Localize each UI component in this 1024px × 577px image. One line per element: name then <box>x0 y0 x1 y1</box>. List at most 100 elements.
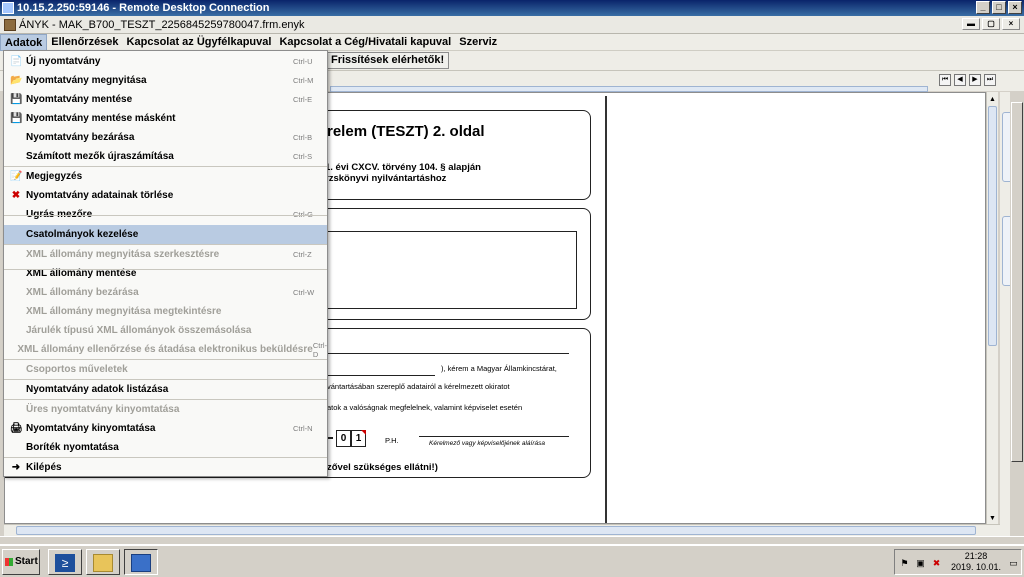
menu-item-6[interactable]: 📝 Megjegyzés <box>4 167 327 186</box>
menu-item-11[interactable]: XML állomány mentése <box>4 264 327 283</box>
app-title-bar: ÁNYK - MAK_B700_TESZT_2256845259780047.f… <box>0 16 1024 34</box>
menu-item-9[interactable]: Csatolmányok kezelése <box>4 225 327 244</box>
document-vertical-scrollbar[interactable]: ▲ ▼ <box>986 92 998 524</box>
new-form-icon: 📄 <box>10 55 23 67</box>
rdp-scroll-thumb[interactable] <box>1011 102 1023 462</box>
line-1 <box>305 353 569 354</box>
menu-bar: Adatok Ellenőrzések Kapcsolat az Ügyfélk… <box>0 33 1024 51</box>
menu-item-label: Üres nyomtatvány kinyomtatása <box>26 404 180 415</box>
rdp-title-bar: 10.15.2.250:59146 - Remote Desktop Conne… <box>0 0 1024 16</box>
system-tray: ⚑ ▣ ✖ 21:28 2019. 10.01. ▭ <box>894 549 1022 575</box>
flag-icon[interactable]: ⚑ <box>899 558 910 569</box>
right-blank-pane <box>609 93 985 523</box>
menu-item-19[interactable]: 🖨 Nyomtatvány kinyomtatása Ctrl-N <box>4 419 327 438</box>
taskbar-rdp-button[interactable] <box>124 549 158 575</box>
hscroll-thumb[interactable] <box>16 526 976 535</box>
menu-item-shortcut: Ctrl-N <box>293 424 313 433</box>
menu-separator <box>4 359 327 360</box>
menu-separator <box>4 244 327 245</box>
app-close-button[interactable]: × <box>1002 18 1020 30</box>
menu-item-label: Megjegyzés <box>26 171 83 182</box>
menu-icon-placeholder <box>10 364 22 376</box>
menu-item-label: Nyomtatvány adatok listázása <box>26 384 169 395</box>
menu-item-21[interactable]: ➜ Kilépés <box>4 458 327 477</box>
menu-item-shortcut: Ctrl-D <box>312 340 327 359</box>
signature-caption: Kérelmező vagy képviselőjének aláírása <box>429 440 545 447</box>
app-title-text: ÁNYK - MAK_B700_TESZT_2256845259780047.f… <box>19 18 305 31</box>
menu-item-label: Nyomtatvány bezárása <box>26 132 135 143</box>
document-horizontal-scrollbar[interactable] <box>4 524 1000 536</box>
menu-item-3[interactable]: 💾 Nyomtatvány mentése másként <box>4 109 327 128</box>
menu-adatok[interactable]: Adatok <box>0 33 48 51</box>
menu-item-label: XML állomány bezárása <box>26 287 139 298</box>
scroll-thumb[interactable] <box>988 106 997 346</box>
show-desktop-icon[interactable]: ▭ <box>1008 558 1019 569</box>
last-page-icon[interactable]: ⏭ <box>984 74 996 86</box>
save-icon: 💾 <box>10 93 23 105</box>
folder-icon <box>93 554 113 572</box>
app-minimize-button[interactable]: ▬ <box>962 18 980 30</box>
digit-box-1[interactable]: 0 <box>336 430 351 447</box>
para-2: vántartásában szereplő adatairól a kérel… <box>327 382 510 391</box>
rdp-app-icon <box>2 2 14 14</box>
menu-item-20[interactable]: Boríték nyomtatása <box>4 438 327 457</box>
open-form-icon: 📂 <box>10 74 23 86</box>
prev-page-icon[interactable]: ◀ <box>954 74 966 86</box>
remote-desktop-icon <box>131 554 151 572</box>
taskbar-powershell-button[interactable]: ≥ <box>48 549 82 575</box>
menu-item-label: Nyomtatvány adatainak törlése <box>26 190 174 201</box>
updates-available-button[interactable]: Frissítések elérhetők! <box>326 52 450 69</box>
menu-icon-placeholder <box>10 151 22 163</box>
scroll-down-icon[interactable]: ▼ <box>987 513 998 524</box>
save-as-icon: 💾 <box>10 112 23 124</box>
volume-muted-icon[interactable]: ✖ <box>931 558 942 569</box>
para-1: ), kérem a Magyar Államkincstárat, <box>441 364 557 373</box>
menu-item-label: Kilépés <box>26 462 62 473</box>
clock-time: 21:28 <box>964 551 988 561</box>
menu-item-label: XML állomány ellenőrzése és átadása elek… <box>17 344 313 355</box>
menu-separator <box>4 166 327 167</box>
menu-cegkapu[interactable]: Kapcsolat a Cég/Hivatali kapuval <box>275 34 455 51</box>
menu-item-14: Járulék típusú XML állományok összemásol… <box>4 321 327 340</box>
input-area[interactable] <box>305 231 577 309</box>
next-page-icon[interactable]: ▶ <box>969 74 981 86</box>
menu-icon-placeholder <box>10 325 22 337</box>
rdp-title-text: 10.15.2.250:59146 - Remote Desktop Conne… <box>17 2 270 14</box>
menu-item-shortcut: Ctrl-B <box>293 133 313 142</box>
menu-ellenorzesek[interactable]: Ellenőrzések <box>47 34 122 51</box>
menu-item-7[interactable]: ✖ Nyomtatvány adatainak törlése <box>4 186 327 205</box>
error-marker-icon <box>361 430 366 435</box>
ph-label: P.H. <box>385 436 399 445</box>
exit-icon: ➜ <box>11 461 21 473</box>
menu-item-2[interactable]: 💾 Nyomtatvány mentése Ctrl-E <box>4 90 327 109</box>
menu-icon-placeholder <box>10 404 22 416</box>
rdp-minimize-button[interactable]: _ <box>976 1 990 14</box>
menu-icon-placeholder <box>10 229 22 241</box>
menu-icon-placeholder <box>10 132 22 144</box>
start-button[interactable]: Start <box>2 549 40 575</box>
taskbar-explorer-button[interactable] <box>86 549 120 575</box>
menu-item-10: XML állomány megnyitása szerkesztésre Ctr… <box>4 245 327 264</box>
adatok-dropdown-menu: 📄 Új nyomtatvány Ctrl-U 📂 Nyomtatvány megnyi… <box>3 50 328 477</box>
rdp-close-button[interactable]: × <box>1008 1 1022 14</box>
menu-ugyfelkapu[interactable]: Kapcsolat az Ügyfélkapuval <box>123 34 276 51</box>
menu-item-15: XML állomány ellenőrzése és átadása elek… <box>4 340 327 359</box>
menu-item-13: XML állomány megnyitása megtekintésre <box>4 302 327 321</box>
menu-item-5[interactable]: Számított mezők újraszámítása Ctrl-S <box>4 147 327 166</box>
menu-item-label: Nyomtatvány megnyitása <box>26 75 147 86</box>
menu-item-1[interactable]: 📂 Nyomtatvány megnyitása Ctrl-M <box>4 71 327 90</box>
taskbar: Start ≥ ⚑ ▣ ✖ 21:28 2019. 10.01. ▭ <box>0 544 1024 577</box>
app-maximize-button[interactable]: ▢ <box>982 18 1000 30</box>
clock[interactable]: 21:28 2019. 10.01. <box>951 551 1001 573</box>
scroll-up-icon[interactable]: ▲ <box>987 94 998 105</box>
menu-item-0[interactable]: 📄 Új nyomtatvány Ctrl-U <box>4 52 327 71</box>
menu-item-4[interactable]: Nyomtatvány bezárása Ctrl-B <box>4 128 327 147</box>
network-icon[interactable]: ▣ <box>915 558 926 569</box>
menu-item-label: Csatolmányok kezelése <box>26 229 139 240</box>
menu-szerviz[interactable]: Szerviz <box>455 34 501 51</box>
first-page-icon[interactable]: ⏮ <box>939 74 951 86</box>
menu-item-17[interactable]: Nyomtatvány adatok listázása <box>4 380 327 399</box>
menu-item-shortcut: Ctrl-W <box>293 288 315 297</box>
rdp-vertical-scrollbar[interactable] <box>1010 92 1024 536</box>
rdp-maximize-button[interactable]: □ <box>992 1 1006 14</box>
